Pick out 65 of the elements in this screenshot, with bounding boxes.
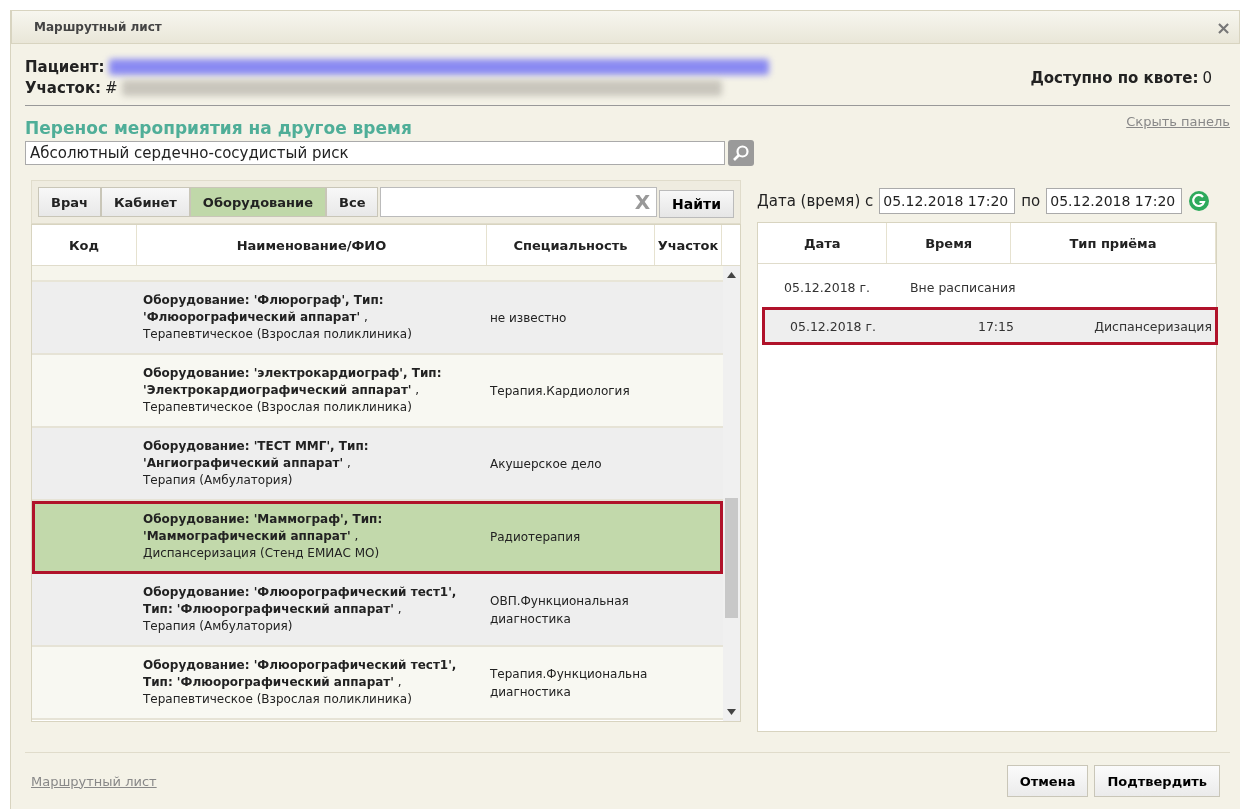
equipment-row[interactable]: Оборудование: 'электрокардиограф', Тип: 'Электрокардиографический аппарат' , Терапевтическое (Взрослая поликлиника) Терапия.Кардиология [32, 355, 723, 428]
slot-type: Диспансеризация [1093, 318, 1213, 334]
filter-tab[interactable]: Оборудование [189, 187, 327, 217]
slot-time: 17:15 [976, 318, 1014, 334]
area-prefix: # [105, 79, 118, 97]
specialty-cell-text: ОВП.Функциональная диагностика [489, 592, 630, 628]
section-title: Перенос мероприятия на другое время [25, 118, 412, 138]
equipment-name: Оборудование: 'Флюорографический тест1', Тип: 'Флюорографический аппарат' , [143, 584, 458, 618]
specialty-cell-text: не известно [489, 309, 568, 327]
specialty-cell-text: Терапия.Кардиология [489, 382, 631, 400]
patient-label: Пациент: [25, 58, 105, 76]
search-button[interactable] [728, 140, 754, 166]
dialog-button[interactable]: Подтвердить [1094, 765, 1220, 797]
slot-row[interactable]: 05.12.2018 г. 17:15 Диспансеризация [764, 309, 1216, 343]
department-text: Терапия (Амбулатория) [143, 618, 294, 635]
department-text: Диспансеризация (Стенд ЕМИАС МО) [143, 545, 381, 562]
equipment-name: Оборудование: 'Маммограф', Тип: 'Маммографический аппарат' , [143, 511, 384, 545]
column-header: Специальность [487, 225, 655, 265]
equipment-row[interactable]: Оборудование: 'Флюрограф', Тип: 'Флюорографический аппарат' , Терапевтическое (Взрослая поликлиника) не известно [32, 282, 723, 355]
dialog-button[interactable]: Отмена [1006, 765, 1089, 797]
specialty-cell-text: Акушерское дело [489, 455, 603, 473]
search-icon [732, 144, 750, 162]
quota-value: 0 [1202, 68, 1212, 87]
quota-label: Доступно по квоте: [1030, 68, 1199, 87]
equipment-row[interactable]: Оборудование: 'Маммограф', Тип: 'Маммографический аппарат' , Диспансеризация (Стенд ЕМИАС МО) Радиотерапия [32, 501, 723, 574]
equipment-name: Оборудование: 'Флюорографический тест1', Тип: 'Флюорографический аппарат' , [143, 657, 458, 691]
date-from-field[interactable]: 05.12.2018 17:20 [879, 188, 1016, 214]
department-text: Терапевтическое (Взрослая поликлиника) [143, 326, 413, 343]
close-button[interactable]: × [1215, 16, 1231, 38]
equipment-row[interactable]: Оборудование: 'ТЕСТ ММГ', Тип: 'Ангиографический аппарат' , Терапия (Амбулатория) Акушерское дело [32, 428, 723, 501]
refresh-icon[interactable] [1188, 190, 1211, 212]
department-text: Терапия (Амбулатория) [143, 472, 294, 489]
slot-time: Вне расписания [909, 279, 1017, 295]
filter-tab[interactable]: Все [326, 187, 379, 217]
department-text: Терапевтическое (Взрослая поликлиника) [143, 399, 413, 416]
filter-tab[interactable]: Врач [38, 187, 101, 217]
window-title: Маршрутный лист [34, 20, 162, 34]
date-to-field[interactable]: 05.12.2018 17:20 [1046, 188, 1183, 214]
scrollbar[interactable] [723, 266, 740, 721]
area-label: Участок: [25, 79, 102, 97]
date-range-label: Дата (время) с [757, 192, 874, 210]
slot-date: 05.12.2018 г. [783, 279, 872, 295]
equipment-name: Оборудование: 'Флюрограф', Тип: 'Флюорографический аппарат' , [143, 292, 385, 326]
equipment-name: Оборудование: 'ТЕСТ ММГ', Тип: 'Ангиографический аппарат' , [143, 438, 370, 472]
specialty-cell-text: Радиотерапия [489, 528, 582, 546]
equipment-row[interactable]: Оборудование: 'Флюорографический тест1', Тип: 'Флюорографический аппарат' , Терапевтическое (Взрослая поликлиника) Терапия.Функциональна диагностика [32, 647, 723, 720]
specialty-cell-text: Терапия.Функциональна диагностика [489, 665, 649, 701]
event-field[interactable]: Абсолютный сердечно-сосудистый риск [25, 141, 725, 165]
scroll-up-icon[interactable] [727, 272, 736, 278]
slot-row[interactable]: 05.12.2018 г. Вне расписания [758, 270, 1216, 304]
column-header: Код [32, 225, 137, 265]
find-button[interactable]: Найти [659, 190, 734, 218]
scroll-down-icon[interactable] [727, 709, 736, 715]
column-header: Дата [758, 223, 888, 263]
equipment-row[interactable]: Оборудование: 'Флюорографический тест1', Тип: 'Флюорографический аппарат' , Терапия (Амбулатория) ОВП.Функциональная диагностика [32, 574, 723, 647]
column-header: Время [887, 223, 1011, 263]
column-header: Участок [655, 225, 722, 265]
column-header: Тип приёма [1010, 223, 1216, 263]
equipment-name: Оборудование: 'электрокардиограф', Тип: 'Электрокардиографический аппарат' , [143, 365, 443, 399]
scroll-thumb[interactable] [725, 498, 738, 618]
slot-date: 05.12.2018 г. [789, 318, 878, 334]
column-header: Наименование/ФИО [137, 225, 487, 265]
department-text: Терапевтическое (Взрослая поликлиника) [143, 691, 413, 708]
filter-tab[interactable]: Кабинет [100, 187, 190, 217]
date-to-label: по [1021, 192, 1041, 210]
